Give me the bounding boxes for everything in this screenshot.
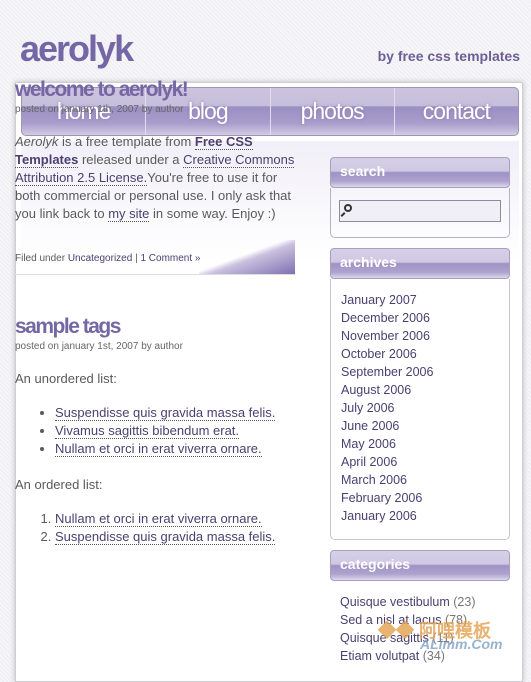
- archive-link[interactable]: January 2007: [341, 291, 499, 309]
- list-link[interactable]: Nullam et orci in erat viverra ornare.: [55, 441, 262, 457]
- ul-intro: An unordered list:: [15, 371, 117, 386]
- text: in some way. Enjoy :): [149, 206, 276, 221]
- unordered-list: Suspendisse quis gravida massa felis. Vi…: [55, 404, 295, 458]
- archive-link[interactable]: February 2006: [341, 489, 499, 507]
- sidebar: search archives January 2007 December 200…: [330, 157, 510, 677]
- category-count: (23): [453, 595, 476, 609]
- archive-link[interactable]: September 2006: [341, 363, 499, 381]
- categories-heading: categories: [330, 550, 510, 581]
- list-item: Nullam et orci in erat viverra ornare.: [55, 510, 295, 528]
- em-text: Aerolyk: [15, 134, 59, 149]
- search-icon: [344, 204, 352, 212]
- post-meta: posted on january 1st, 2007 by author: [15, 341, 183, 352]
- ordered-list: Nullam et orci in erat viverra ornare. S…: [55, 510, 295, 546]
- category-link[interactable]: Uncategorized: [68, 253, 132, 264]
- category-item[interactable]: Quisque vestibulum (23): [340, 593, 500, 611]
- list-link[interactable]: Suspendisse quis gravida massa felis.: [55, 405, 276, 421]
- list-item: Nullam et orci in erat viverra ornare.: [55, 440, 295, 458]
- site-tagline: by free css templates: [377, 48, 520, 64]
- archive-link[interactable]: August 2006: [341, 381, 499, 399]
- my-site-link[interactable]: my site: [108, 206, 150, 222]
- ol-intro: An ordered list:: [15, 477, 103, 492]
- archive-link[interactable]: June 2006: [341, 417, 499, 435]
- list-item: Suspendisse quis gravida massa felis.: [55, 404, 295, 422]
- archives-heading: archives: [330, 248, 510, 279]
- archive-link[interactable]: January 2006: [341, 507, 499, 525]
- post: welcome to aerolyk! posted on january 1t…: [15, 78, 295, 275]
- post-title[interactable]: sample tags: [15, 315, 295, 339]
- page-curl-decoration: [199, 240, 295, 274]
- post: sample tags posted on january 1st, 2007 …: [15, 315, 295, 546]
- archive-link[interactable]: July 2006: [341, 399, 499, 417]
- watermark-text: ALimm.Com: [420, 636, 503, 652]
- post-meta: posted on january 1th, 2007 by author: [15, 104, 184, 115]
- list-link[interactable]: Nullam et orci in erat viverra ornare.: [55, 511, 262, 527]
- category-name[interactable]: Etiam volutpat: [340, 649, 419, 663]
- post-footer: Filed under Uncategorized | 1 Comment »: [15, 240, 295, 275]
- post-body: Aerolyk is a free template from Free CSS…: [15, 133, 295, 223]
- category-name[interactable]: Quisque vestibulum: [340, 595, 450, 609]
- site-logo[interactable]: aerolyk: [20, 28, 134, 70]
- text: is a free template from: [58, 134, 195, 149]
- main-content: welcome to aerolyk! posted on january 1t…: [15, 78, 295, 546]
- search-heading: search: [330, 157, 510, 188]
- archive-link[interactable]: March 2006: [341, 471, 499, 489]
- search-box: [330, 188, 510, 238]
- archives-list: January 2007 December 2006 November 2006 Oc…: [330, 279, 510, 540]
- comments-link[interactable]: 1 Comment »: [140, 253, 200, 264]
- archive-link[interactable]: May 2006: [341, 435, 499, 453]
- list-link[interactable]: Suspendisse quis gravida massa felis.: [55, 529, 276, 545]
- archive-link[interactable]: April 2006: [341, 453, 499, 471]
- archive-link[interactable]: November 2006: [341, 327, 499, 345]
- nav-contact[interactable]: contact: [395, 88, 518, 135]
- archive-link[interactable]: December 2006: [341, 309, 499, 327]
- list-item: Vivamus sagittis bibendum erat.: [55, 422, 295, 440]
- archive-link[interactable]: October 2006: [341, 345, 499, 363]
- filed-label: Filed under: [15, 253, 68, 264]
- text: released under a: [78, 152, 184, 167]
- list-item: Suspendisse quis gravida massa felis.: [55, 528, 295, 546]
- list-link[interactable]: Vivamus sagittis bibendum erat.: [55, 423, 240, 439]
- post-title[interactable]: welcome to aerolyk!: [15, 78, 295, 102]
- search-input[interactable]: [339, 200, 501, 222]
